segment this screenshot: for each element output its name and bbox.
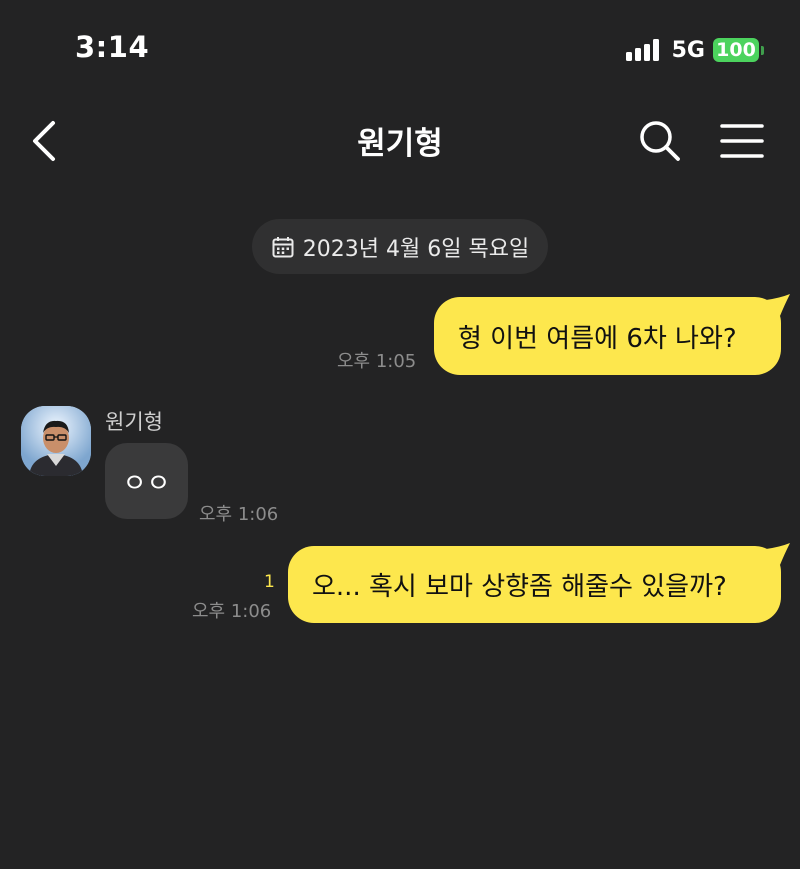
message-text: 형 이번 여름에 6차 나와? bbox=[458, 323, 737, 354]
search-button[interactable] bbox=[637, 118, 683, 164]
signal-strength-icon bbox=[625, 39, 662, 61]
outgoing-message-bubble[interactable]: 형 이번 여름에 6차 나와? bbox=[434, 297, 781, 375]
message-text: ㅇㅇ bbox=[122, 468, 171, 499]
date-divider: 2023년 4월 6일 목요일 bbox=[252, 219, 548, 274]
message-time: 오후 1:06 bbox=[192, 601, 272, 622]
status-time: 3:14 bbox=[75, 30, 150, 64]
menu-button[interactable] bbox=[718, 120, 766, 162]
incoming-message-bubble[interactable]: ㅇㅇ bbox=[105, 443, 188, 519]
message-time: 오후 1:05 bbox=[337, 351, 417, 372]
message-text: 오... 혹시 보마 상향좀 해줄수 있을까? bbox=[312, 572, 727, 602]
chat-screen: 3:14 5G 100 원기형 2023년 4월 6일 목요일 오후 1:05 … bbox=[0, 0, 800, 869]
hamburger-menu-icon bbox=[720, 124, 764, 158]
battery-level: 100 bbox=[713, 38, 759, 62]
calendar-icon bbox=[272, 236, 294, 257]
date-divider-text: 2023년 4월 6일 목요일 bbox=[302, 236, 530, 262]
profile-photo bbox=[21, 406, 91, 476]
outgoing-message-bubble[interactable]: 오... 혹시 보마 상향좀 해줄수 있을까? bbox=[288, 546, 781, 623]
unread-count: 1 bbox=[264, 572, 275, 592]
search-icon bbox=[640, 121, 680, 161]
bubble-tail bbox=[766, 294, 790, 316]
status-indicators: 5G 100 bbox=[625, 36, 764, 64]
network-type: 5G bbox=[671, 37, 705, 63]
battery-icon: 100 bbox=[713, 38, 764, 62]
sender-name: 원기형 bbox=[105, 410, 163, 434]
avatar[interactable] bbox=[21, 406, 91, 476]
bubble-tail bbox=[766, 543, 790, 565]
message-time: 오후 1:06 bbox=[199, 504, 279, 525]
